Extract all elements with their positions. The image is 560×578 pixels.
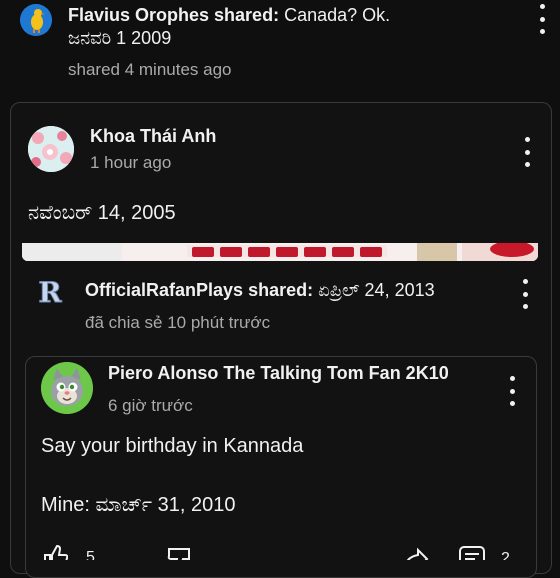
top-post-author[interactable]: Flavius Orophes shared: — [68, 5, 279, 25]
top-post-date: ಜನವರಿ 1 2009 — [68, 28, 172, 48]
shared-post-more-icon[interactable] — [513, 279, 537, 309]
comment-count: 2 — [501, 550, 510, 560]
avatar-khoa[interactable] — [28, 126, 74, 172]
card2-body-line1: Say your birthday in Kannada — [41, 435, 304, 457]
card2-author[interactable]: Piero Alonso The Talking Tom Fan 2K10 — [108, 363, 449, 384]
shared-post-header: OfficialRafanPlays shared: ಏಪ್ರಿಲ್ 24, 2… — [85, 280, 435, 301]
card1-image[interactable] — [22, 243, 538, 261]
avatar-rafan[interactable]: R — [34, 275, 66, 310]
like-button[interactable]: 5 — [40, 544, 100, 560]
r-logo-icon: R — [38, 276, 63, 310]
thumbs-up-icon — [44, 544, 68, 560]
comment-button[interactable]: 2 — [455, 544, 525, 560]
card1-body: ನವೆಂಬರ್ 14, 2005 — [28, 202, 176, 224]
dislike-button[interactable] — [165, 546, 197, 560]
top-post-time: shared 4 minutes ago — [68, 60, 232, 79]
comment-icon — [459, 546, 485, 560]
card2-body-line2: Mine: ಮಾರ್ಚ್ 31, 2010 — [41, 494, 236, 516]
top-post-header: Flavius Orophes shared: Canada? Ok. — [68, 5, 390, 26]
like-count: 5 — [86, 549, 95, 560]
share-icon — [406, 547, 429, 560]
card1-time: 1 hour ago — [90, 153, 172, 172]
top-post-more-icon[interactable] — [530, 4, 554, 34]
bird-icon — [20, 4, 52, 36]
floral-avatar-icon — [28, 126, 74, 172]
card2-more-icon[interactable] — [500, 376, 524, 406]
avatar-flavius[interactable] — [20, 4, 52, 36]
svg-text:R: R — [38, 276, 62, 309]
cat-avatar-icon — [41, 362, 93, 414]
avatar-piero[interactable] — [41, 362, 93, 414]
thumbs-down-icon — [167, 548, 190, 560]
shared-post-author[interactable]: OfficialRafanPlays shared: — [85, 280, 313, 300]
card1-author[interactable]: Khoa Thái Anh — [90, 126, 216, 147]
shared-post-text: ಏಪ್ರಿಲ್ 24, 2013 — [318, 280, 435, 300]
card2-time: 6 giờ trước — [108, 396, 193, 415]
top-post-title: Canada? Ok. — [284, 5, 391, 25]
photo-strip-image — [22, 243, 538, 261]
share-button[interactable] — [402, 546, 432, 560]
card1-more-icon[interactable] — [515, 137, 539, 167]
shared-post-time: đã chia sẻ 10 phút trước — [85, 313, 271, 332]
